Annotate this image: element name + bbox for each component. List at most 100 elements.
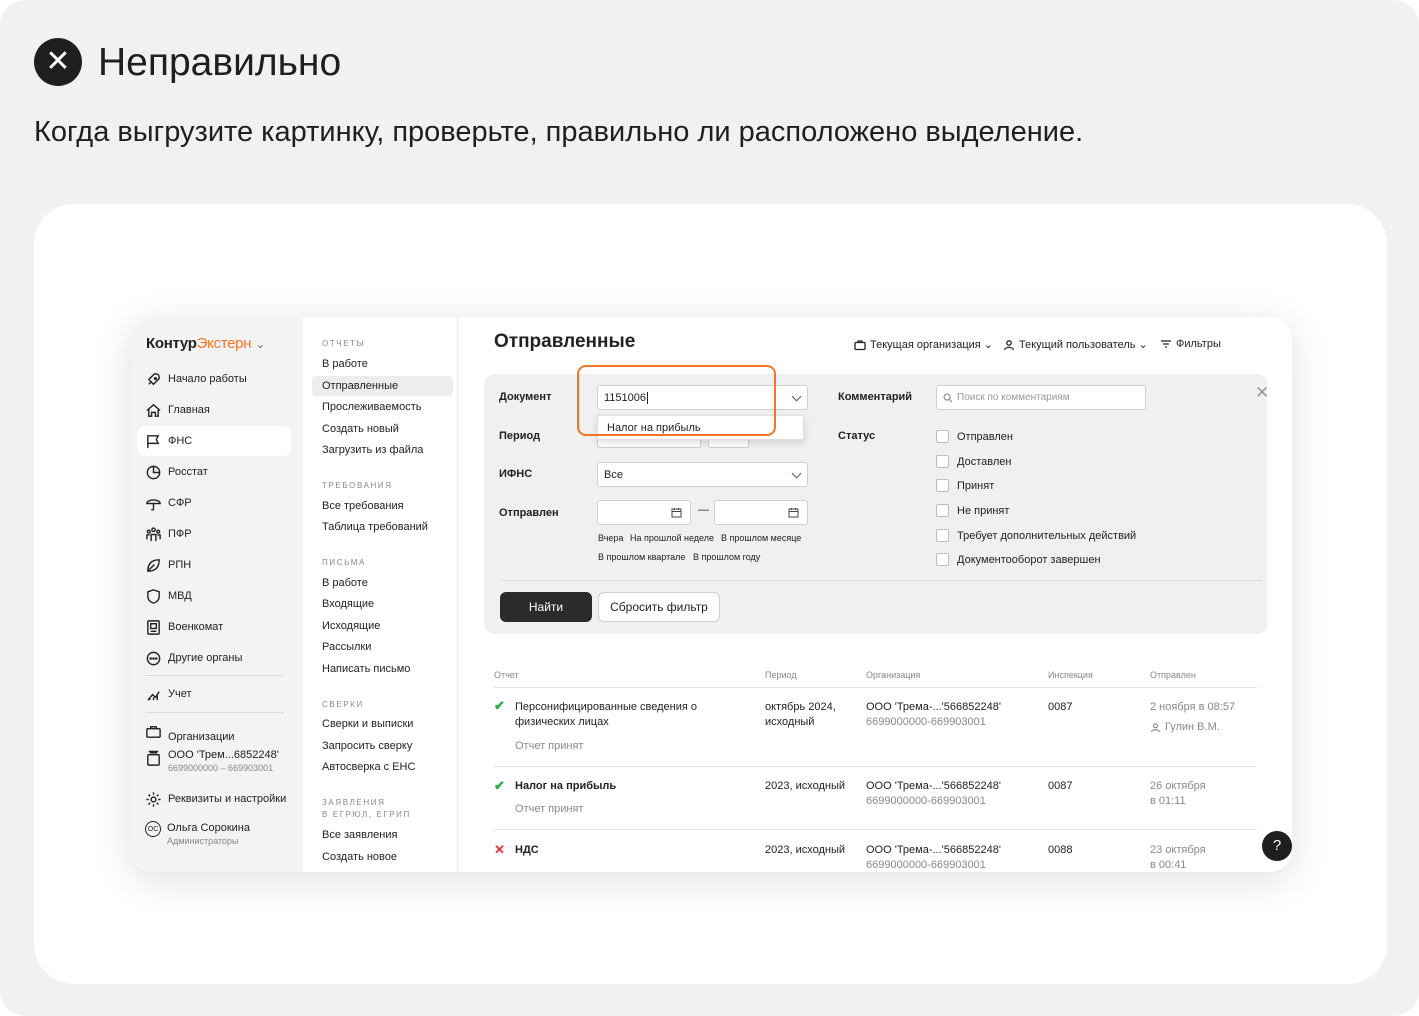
sidebar-item-voenkomat[interactable]: Военкомат — [137, 612, 291, 642]
subnav-item-incoming[interactable]: Входящие — [312, 594, 453, 614]
subnav-item-letters-in-work[interactable]: В работе — [312, 573, 453, 593]
sidebar-user[interactable]: ОС Ольга Сорокина Администраторы — [137, 817, 291, 853]
column-header-inspection[interactable]: Инспекция — [1048, 670, 1093, 680]
quick-last-month[interactable]: В прошлом месяце — [721, 533, 801, 543]
checkbox[interactable] — [936, 479, 949, 492]
status-checkbox-rejected[interactable]: Не принят — [936, 504, 1009, 517]
sidebar-item-pfr[interactable]: ПФР — [137, 519, 291, 549]
ifns-label: ИФНС — [499, 468, 533, 480]
report-inspection: 0088 — [1048, 844, 1073, 856]
checkbox[interactable] — [936, 529, 949, 542]
report-sent-date: 26 октября — [1150, 780, 1206, 792]
subnav-item-create-new[interactable]: Создать новый — [312, 419, 453, 439]
filter-icon — [1161, 340, 1171, 348]
subnav-item-reports-in-work[interactable]: В работе — [312, 354, 453, 374]
sidebar-item-rosstat[interactable]: Росстат — [137, 457, 291, 487]
sidebar-item-label: Организации — [168, 731, 235, 743]
subnav-item-create-statement[interactable]: Создать новое — [312, 847, 453, 867]
checkbox-label: Принят — [957, 479, 995, 492]
date-range-dash: — — [698, 504, 709, 516]
column-header-organization[interactable]: Организация — [866, 670, 920, 680]
sidebar-item-start[interactable]: Начало работы — [137, 364, 291, 394]
sidebar-org-switcher[interactable]: ООО 'Трем...6852248' 6699000000 – 669903… — [137, 745, 291, 781]
sidebar-item-label: ФНС — [168, 435, 193, 447]
subnav-item-all-statements[interactable]: Все заявления — [312, 825, 453, 845]
subnav-item-request-reconciliation[interactable]: Запросить сверку — [312, 736, 453, 756]
report-name-cont[interactable]: физических лицах — [515, 715, 609, 730]
current-user-selector[interactable]: Текущий пользователь ⌄ — [1003, 338, 1148, 351]
subnav-item-all-requirements[interactable]: Все требования — [312, 496, 453, 516]
sent-from-input[interactable] — [597, 500, 691, 525]
checkbox-label: Документооборот завершен — [957, 553, 1101, 566]
checkbox[interactable] — [936, 504, 949, 517]
status-checkbox-sent[interactable]: Отправлен — [936, 430, 1013, 443]
column-header-report[interactable]: Отчет — [494, 670, 519, 680]
user-name: Ольга Сорокина — [167, 822, 250, 834]
report-sent-time: в 01:11 — [1150, 795, 1186, 807]
help-button[interactable]: ? — [1262, 831, 1292, 861]
checkbox[interactable] — [936, 455, 949, 468]
sent-to-input[interactable] — [714, 500, 808, 525]
gear-icon — [144, 790, 162, 808]
find-button[interactable]: Найти — [500, 592, 592, 622]
report-name[interactable]: Налог на прибыль — [515, 779, 616, 794]
home-icon — [144, 401, 162, 419]
sidebar-item-fns[interactable]: ФНС — [137, 426, 291, 456]
reset-filter-button[interactable]: Сбросить фильтр — [598, 592, 720, 622]
checkbox[interactable] — [936, 553, 949, 566]
subnav-item-upload-file[interactable]: Загрузить из файла — [312, 440, 453, 460]
sidebar-item-label: РПН — [168, 559, 192, 571]
highlight-frame — [577, 365, 776, 436]
status-checkbox-completed[interactable]: Документооборот завершен — [936, 553, 1101, 566]
sender-name: Гулин В.М. — [1165, 721, 1220, 733]
column-header-period[interactable]: Период — [765, 670, 797, 680]
subnav-item-requirements-table[interactable]: Таблица требований — [312, 517, 453, 537]
sub-navigation: ОТЧЕТЫ В работе Отправленные Прослеживае… — [303, 317, 458, 872]
quick-yesterday[interactable]: Вчера — [598, 533, 623, 543]
sidebar-item-other[interactable]: Другие органы — [137, 643, 291, 673]
subnav-item-traceability[interactable]: Прослеживаемость — [312, 397, 453, 417]
comment-search-input[interactable]: Поиск по комментариям — [936, 385, 1146, 410]
quick-last-week[interactable]: На прошлой неделе — [630, 533, 714, 543]
close-filter-icon[interactable]: ✕ — [1255, 383, 1269, 403]
sent-label: Отправлен — [499, 507, 559, 519]
subnav-item-auto-reconciliation[interactable]: Автосверка с ЕНС — [312, 757, 453, 777]
calendar-icon — [671, 508, 682, 518]
subnav-item-write-letter[interactable]: Написать письмо — [312, 659, 453, 679]
subnav-item-mailings[interactable]: Рассылки — [312, 637, 453, 657]
status-checkbox-delivered[interactable]: Доставлен — [936, 455, 1011, 468]
briefcase-icon — [144, 722, 162, 740]
quick-last-quarter[interactable]: В прошлом квартале — [598, 552, 685, 562]
sidebar-item-rpn[interactable]: РПН — [137, 550, 291, 580]
section-heading-letters: ПИСЬМА — [322, 558, 366, 567]
sidebar-item-sfr[interactable]: СФР — [137, 488, 291, 518]
sidebar-item-mvd[interactable]: МВД — [137, 581, 291, 611]
calendar-icon — [788, 508, 799, 518]
sidebar-item-accounting[interactable]: Учет — [137, 679, 291, 709]
quick-last-year[interactable]: В прошлом году — [693, 552, 760, 562]
report-name[interactable]: Персонифицированные сведения о — [515, 700, 697, 715]
subnav-item-outgoing[interactable]: Исходящие — [312, 616, 453, 636]
column-header-sent[interactable]: Отправлен — [1150, 670, 1196, 680]
filters-toggle[interactable]: Фильтры — [1160, 338, 1221, 350]
checkbox[interactable] — [936, 430, 949, 443]
org-name: ООО 'Трем...6852248' — [168, 749, 279, 761]
logo[interactable]: КонтурЭкстерн ⌄ — [146, 335, 265, 352]
status-checkbox-action-required[interactable]: Требует дополнительных действий — [936, 529, 1136, 542]
sidebar-item-home[interactable]: Главная — [137, 395, 291, 425]
sidebar-item-label: Начало работы — [168, 373, 247, 385]
report-name[interactable]: НДС — [515, 843, 539, 858]
ifns-select[interactable]: Все — [597, 462, 808, 487]
sidebar-item-organizations[interactable]: Организации — [137, 717, 291, 745]
checkbox-label: Отправлен — [957, 430, 1013, 443]
status-label: Статус — [838, 430, 876, 442]
chevron-down-icon: ⌄ — [1138, 339, 1148, 351]
current-org-selector[interactable]: Текущая организация ⌄ — [854, 338, 993, 351]
status-checkbox-accepted[interactable]: Принят — [936, 479, 994, 492]
subnav-item-reports-sent[interactable]: Отправленные — [312, 376, 453, 396]
user-icon — [1003, 339, 1015, 350]
briefcase-icon — [854, 339, 866, 350]
report-period: 2023, исходный — [765, 780, 846, 792]
sidebar-item-settings[interactable]: Реквизиты и настройки — [137, 784, 291, 814]
subnav-item-reconciliations[interactable]: Сверки и выписки — [312, 714, 453, 734]
